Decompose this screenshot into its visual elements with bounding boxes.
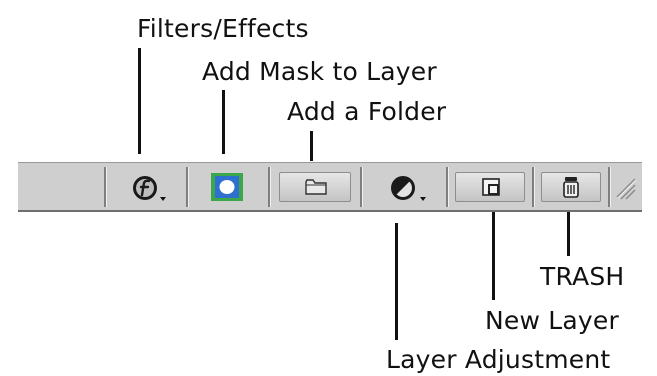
grip-icon — [615, 173, 637, 201]
trash-button[interactable] — [535, 163, 607, 211]
half-circle-icon — [389, 174, 417, 202]
toolbar-empty-area — [18, 163, 104, 211]
leader-trash — [567, 212, 570, 256]
leader-filters-effects — [138, 48, 141, 154]
callout-filters-effects: Filters/Effects — [137, 14, 309, 43]
callout-add-folder: Add a Folder — [287, 97, 447, 126]
leader-new-layer — [492, 212, 495, 300]
leader-add-folder — [310, 131, 313, 161]
toolbar-separator — [446, 167, 448, 207]
toolbar-separator — [360, 167, 362, 207]
filters-effects-button[interactable] — [107, 163, 185, 211]
callout-layer-adjustment: Layer Adjustment — [386, 345, 611, 374]
layer-adjustment-button[interactable] — [363, 163, 445, 211]
new-layer-icon — [481, 177, 501, 197]
add-folder-button[interactable] — [271, 163, 359, 211]
menu-arrow-icon — [160, 197, 166, 201]
leader-add-mask — [222, 90, 225, 154]
toolbar-separator — [186, 167, 188, 207]
new-layer-button[interactable] — [449, 163, 531, 211]
layers-palette-toolbar — [18, 162, 642, 212]
f-circle-icon — [131, 174, 159, 202]
toolbar-separator — [104, 167, 106, 207]
add-mask-button[interactable] — [189, 163, 267, 211]
leader-layer-adjustment — [395, 223, 398, 340]
mask-icon — [210, 172, 244, 202]
trash-icon — [561, 175, 581, 199]
toolbar-separator — [268, 167, 270, 207]
callout-new-layer: New Layer — [485, 306, 619, 335]
folder-icon — [305, 178, 327, 196]
callout-trash: TRASH — [540, 262, 625, 291]
toolbar-separator — [532, 167, 534, 207]
toolbar-separator — [608, 167, 610, 207]
resize-grip[interactable] — [611, 163, 641, 211]
menu-arrow-icon — [420, 197, 426, 201]
callout-add-mask: Add Mask to Layer — [202, 57, 437, 86]
